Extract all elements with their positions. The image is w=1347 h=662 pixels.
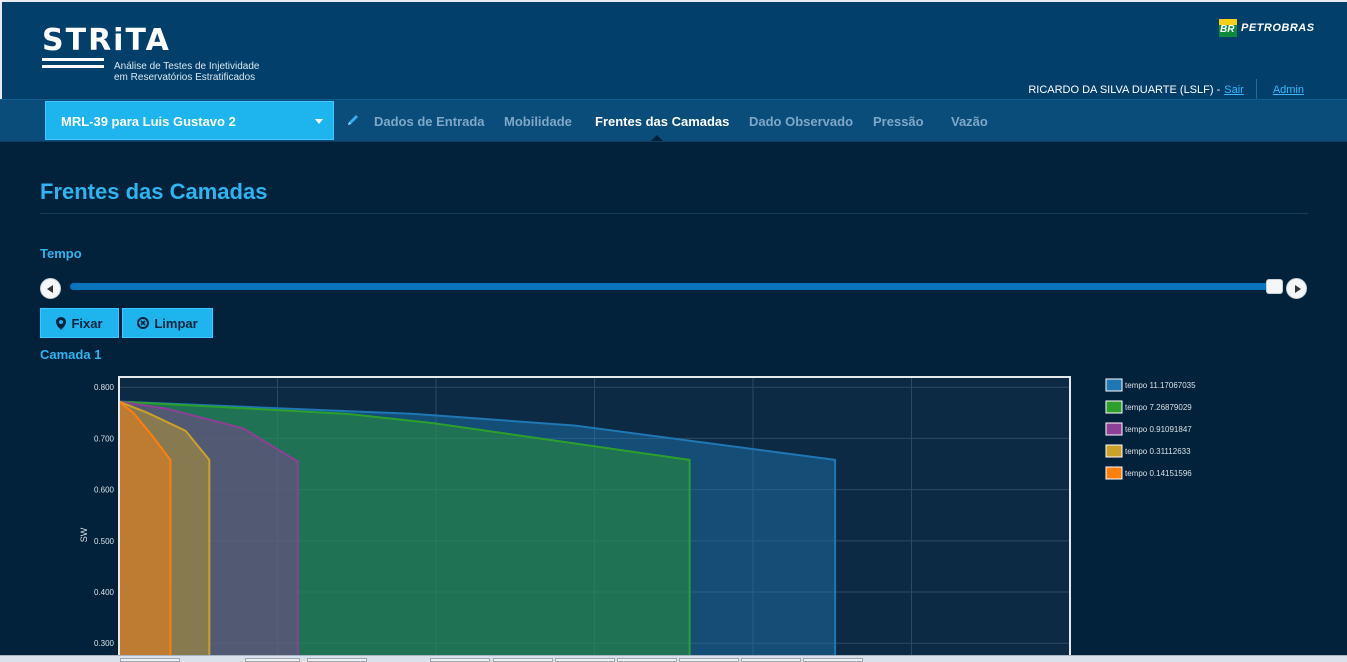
- tempo-slider-track[interactable]: [70, 283, 1275, 290]
- legend-item[interactable]: tempo 11.17067035: [1105, 378, 1196, 392]
- legend-item[interactable]: tempo 0.91091847: [1105, 422, 1192, 436]
- nav-mobilidade[interactable]: Mobilidade: [504, 114, 572, 129]
- nav-dado-observado[interactable]: Dado Observado: [749, 114, 853, 129]
- fronts-area-chart: 0.800 0.700 0.600 0.500 0.400 0.300 SW tempo …: [79, 376, 1196, 656]
- title-divider: [40, 213, 1308, 214]
- y-tick-label: 0.500: [94, 537, 115, 546]
- chevron-down-icon: [315, 119, 323, 124]
- nav-frentes-das-camadas[interactable]: Frentes das Camadas: [595, 114, 729, 129]
- active-tab-indicator: [651, 135, 663, 141]
- y-tick-label: 0.600: [94, 486, 115, 495]
- legend-item[interactable]: tempo 7.26879029: [1105, 400, 1192, 414]
- partner-name: PETROBRAS: [1241, 22, 1315, 34]
- chart-legend: tempo 11.17067035 tempo 7.26879029 tempo 0…: [1105, 378, 1196, 480]
- app-name: STRiTA: [42, 23, 171, 58]
- legend-swatch: [1105, 444, 1123, 458]
- fixar-label: Fixar: [71, 315, 103, 331]
- app-header: STRiTA Análise de Testes de Injetividade…: [0, 0, 1347, 101]
- nav-dados-de-entrada[interactable]: Dados de Entrada: [374, 114, 485, 129]
- br-badge-icon: BR: [1219, 19, 1237, 37]
- slider-prev-button[interactable]: [40, 278, 61, 299]
- clear-circle-icon: [137, 317, 150, 329]
- y-tick-label: 0.300: [94, 639, 115, 648]
- y-tick-label: 0.800: [94, 383, 115, 392]
- logo-bar: [42, 58, 104, 61]
- user-name: RICARDO DA SILVA DUARTE (LSLF) -: [1028, 84, 1221, 96]
- taskbar-button[interactable]: [493, 658, 553, 662]
- y-tick-label: 0.400: [94, 588, 115, 597]
- tempo-label: Tempo: [40, 246, 82, 261]
- map-pin-icon: [56, 316, 67, 330]
- slider-next-button[interactable]: [1286, 278, 1307, 299]
- taskbar-button[interactable]: [617, 658, 677, 662]
- limpar-label: Limpar: [154, 315, 198, 331]
- taskbar-button[interactable]: [679, 658, 739, 662]
- y-axis-label: SW: [79, 527, 89, 542]
- legend-label: tempo 7.26879029: [1125, 403, 1192, 412]
- legend-item[interactable]: tempo 0.14151596: [1105, 466, 1192, 480]
- legend-label: tempo 11.17067035: [1125, 381, 1196, 390]
- app-subtitle-line2: em Reservatórios Estratificados: [114, 72, 256, 83]
- taskbar-button[interactable]: [120, 658, 180, 662]
- legend-label: tempo 0.14151596: [1125, 469, 1192, 478]
- logo-bar: [42, 65, 104, 68]
- project-select[interactable]: MRL-39 para Luis Gustavo 2: [45, 101, 334, 140]
- petrobras-logo: BR PETROBRAS: [1219, 19, 1315, 37]
- legend-item[interactable]: tempo 0.31112633: [1105, 444, 1191, 458]
- project-select-value: MRL-39 para Luis Gustavo 2: [61, 114, 236, 129]
- user-separator: [1255, 79, 1257, 101]
- taskbar-button[interactable]: [803, 658, 863, 662]
- fixar-button[interactable]: Fixar: [40, 308, 119, 338]
- taskbar-button[interactable]: [307, 658, 367, 662]
- taskbar-button[interactable]: [430, 658, 490, 662]
- legend-label: tempo 0.31112633: [1125, 447, 1191, 456]
- y-axis: 0.800 0.700 0.600 0.500 0.400 0.300: [94, 383, 115, 648]
- taskbar-button[interactable]: [245, 658, 300, 662]
- app-subtitle-line1: Análise de Testes de Injetividade: [114, 61, 260, 72]
- legend-swatch: [1105, 400, 1123, 414]
- legend-swatch: [1105, 378, 1123, 392]
- nav-pressao[interactable]: Pressão: [873, 114, 924, 129]
- legend-swatch: [1105, 422, 1123, 436]
- logout-link[interactable]: Sair: [1224, 84, 1244, 96]
- taskbar-button[interactable]: [741, 658, 801, 662]
- legend-swatch: [1105, 466, 1123, 480]
- tempo-slider-handle[interactable]: [1266, 279, 1283, 294]
- page-title: Frentes das Camadas: [40, 179, 268, 204]
- taskbar-button[interactable]: [555, 658, 615, 662]
- limpar-button[interactable]: Limpar: [122, 308, 213, 338]
- chevron-left-icon: [47, 285, 53, 293]
- y-tick-label: 0.700: [94, 434, 115, 443]
- user-area: RICARDO DA SILVA DUARTE (LSLF) - Sair Ad…: [1028, 79, 1304, 101]
- main-nav: MRL-39 para Luis Gustavo 2 Dados de Entr…: [0, 99, 1347, 142]
- chevron-right-icon: [1295, 285, 1301, 293]
- legend-label: tempo 0.91091847: [1125, 425, 1192, 434]
- layer-label: Camada 1: [40, 347, 102, 362]
- nav-vazao[interactable]: Vazão: [951, 114, 988, 129]
- pencil-icon[interactable]: [346, 113, 360, 127]
- admin-link[interactable]: Admin: [1273, 84, 1304, 96]
